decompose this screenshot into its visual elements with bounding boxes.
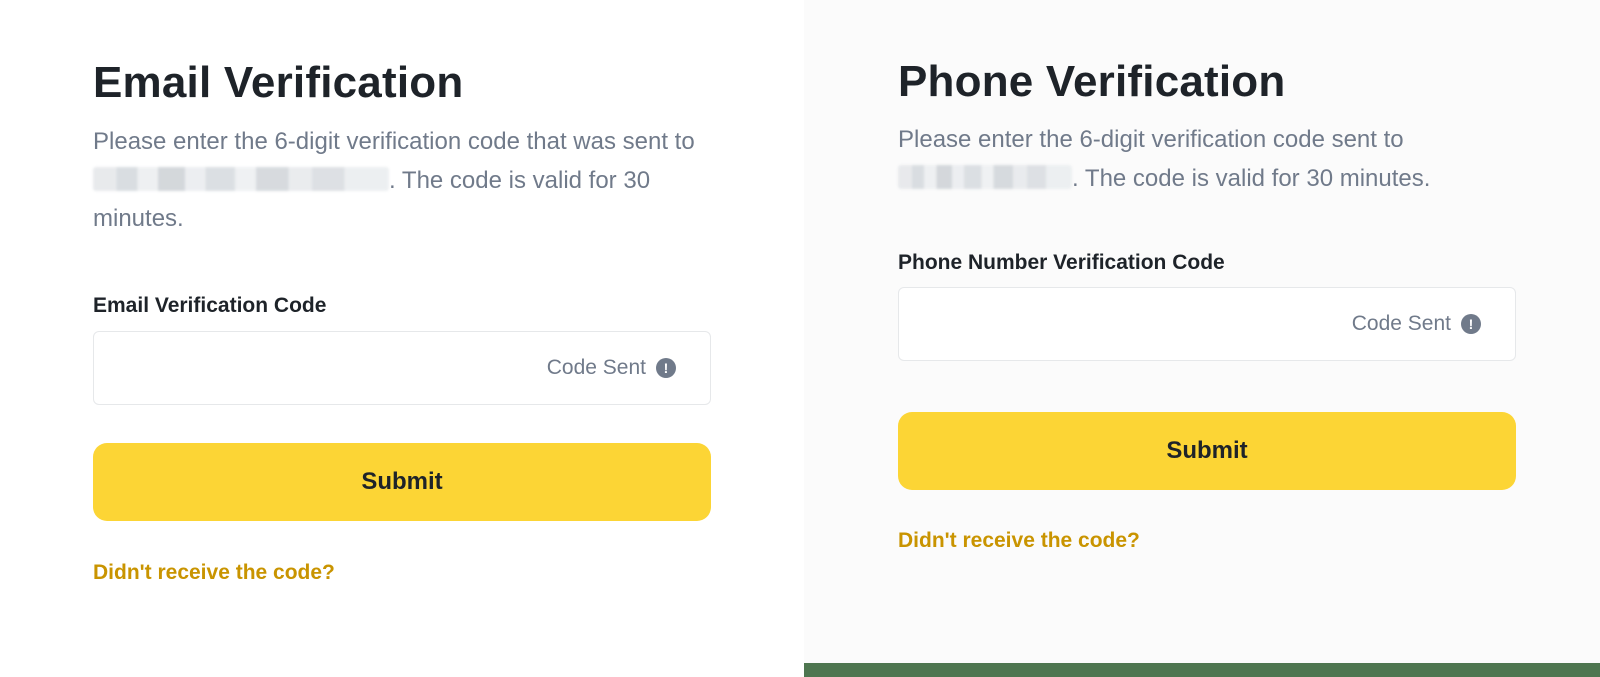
phone-code-input[interactable] [899, 288, 1351, 360]
phone-verification-title: Phone Verification [898, 57, 1286, 106]
exclamation-circle-icon: ! [656, 357, 676, 378]
email-verification-description: Please enter the 6-digit verification co… [93, 123, 711, 239]
phone-verification-description: Please enter the 6-digit verification co… [898, 121, 1516, 198]
phone-submit-button[interactable]: Submit [898, 412, 1516, 490]
email-resend-code-link[interactable]: Didn't receive the code? [93, 561, 335, 585]
exclamation-circle-icon: ! [1461, 314, 1481, 334]
email-description-text: Please enter the 6-digit verification co… [93, 128, 695, 155]
email-code-input[interactable] [94, 331, 546, 404]
email-code-field[interactable]: Code Sent ! [93, 330, 711, 405]
phone-description-text: Please enter the 6-digit verification co… [898, 126, 1404, 153]
phone-verification-form: Phone Verification Please enter the 6-di… [898, 54, 1516, 553]
email-code-sent-status: Code Sent ! [547, 356, 676, 380]
email-code-sent-label: Code Sent [546, 355, 646, 379]
phone-code-sent-status: Code Sent ! [1352, 312, 1481, 336]
phone-code-sent-label: Code Sent [1351, 312, 1451, 335]
bottom-color-strip [804, 663, 1600, 677]
redacted-phone-number [898, 164, 1072, 189]
phone-resend-code-link[interactable]: Didn't receive the code? [898, 529, 1140, 553]
phone-description-validity: . The code is valid for 30 minutes. [1072, 164, 1431, 192]
email-verification-title: Email Verification [93, 58, 464, 107]
phone-code-field[interactable]: Code Sent ! [898, 287, 1516, 361]
email-verification-panel: Email Verification Please enter the 6-di… [0, 0, 804, 677]
email-code-field-label: Email Verification Code [93, 293, 327, 317]
email-verification-form: Email Verification Please enter the 6-di… [93, 55, 711, 585]
phone-code-field-label: Phone Number Verification Code [898, 251, 1225, 274]
phone-verification-panel: Phone Verification Please enter the 6-di… [804, 0, 1600, 677]
email-submit-button[interactable]: Submit [93, 442, 711, 521]
redacted-email-address [93, 166, 389, 191]
